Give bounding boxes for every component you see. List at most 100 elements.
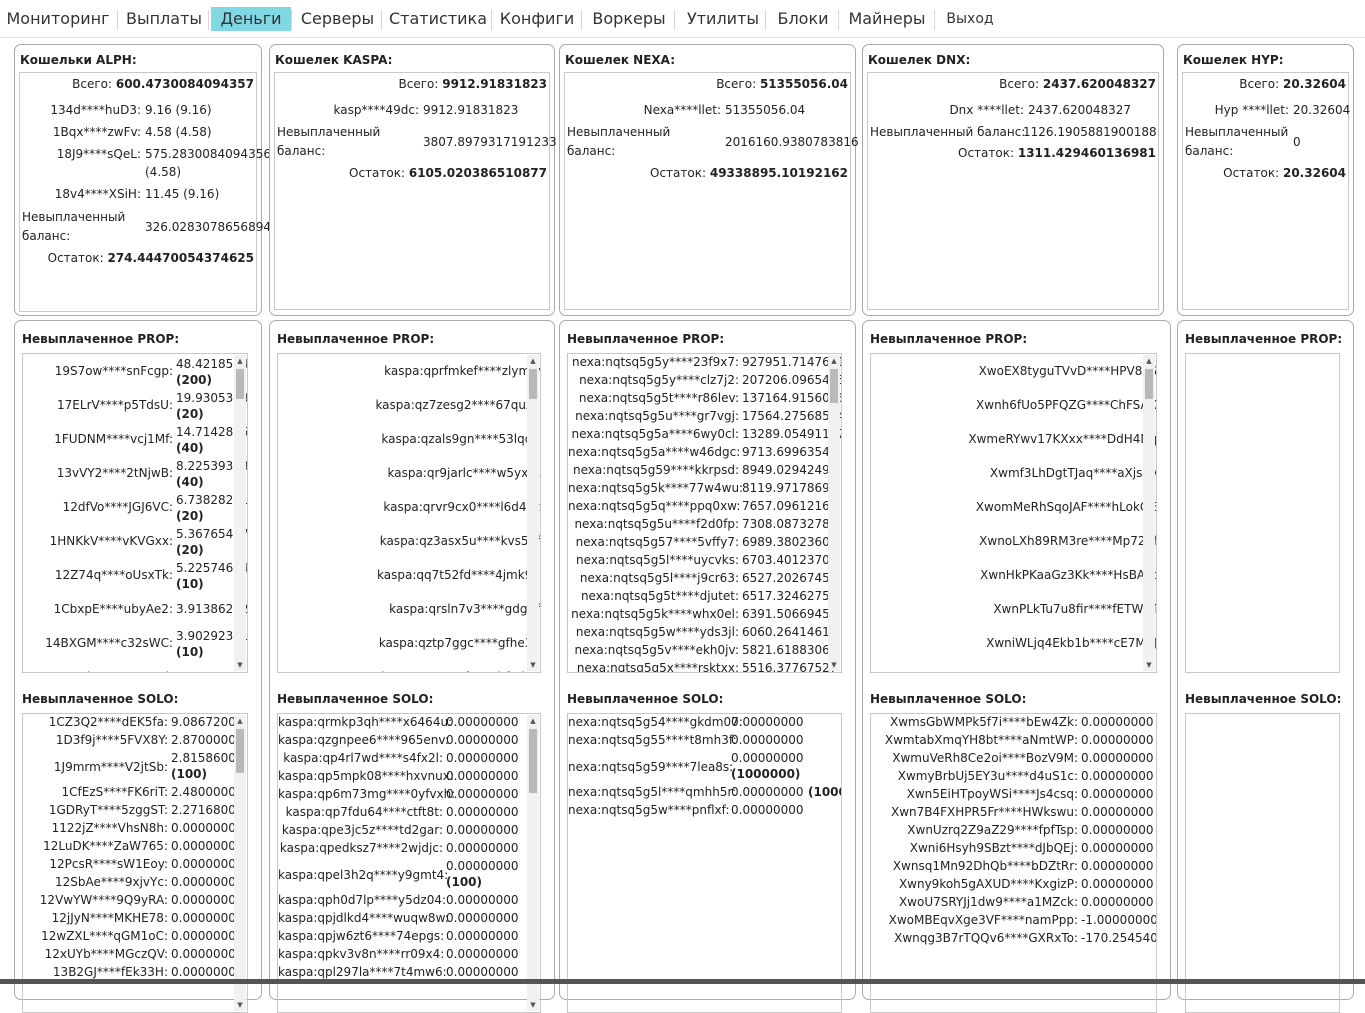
solo-value: 0.00000000	[171, 839, 244, 853]
scroll-down-arrow-icon[interactable]: ▼	[234, 659, 246, 671]
solo-list	[1185, 713, 1340, 1013]
nav-tab-4[interactable]: Статистика	[384, 7, 492, 31]
scroll-thumb[interactable]	[830, 369, 838, 403]
prop-value: 17564.27568564	[742, 409, 842, 423]
wallet-total-value: 600.4730084094357	[115, 77, 254, 91]
unpaid-label: Невыплаченный баланс:	[870, 125, 1026, 139]
unpaid-value: 3807.8979317191233	[423, 134, 557, 149]
solo-address: nexa:nqtsq5g5w****pnflxf:	[568, 803, 730, 817]
solo-value: 0.00000000	[171, 929, 244, 943]
list-scrollbar[interactable]: ▲ ▼	[234, 715, 246, 1011]
nav-tab-5[interactable]: Конфиги	[494, 7, 580, 31]
solo-address: 1D3f9j****5FVX8Y:	[55, 733, 168, 747]
nav-tab-7[interactable]: Утилиты	[677, 7, 769, 31]
wallet-rest-label: Остаток:	[349, 166, 406, 180]
unpaid-panel-0: Невыплаченное PROP: 19S7ow****snFcgp: 48.4…	[14, 320, 262, 1013]
wallet-rest-label: Остаток:	[1223, 166, 1280, 180]
solo-address: kaspa:qp5mpk08****hxvnux:	[278, 769, 454, 783]
wallet-panel-0: Кошельки ALPH: Всего: 600.4730084094357 13…	[14, 44, 279, 316]
prop-value: 7308.08732784	[742, 517, 838, 531]
nav-separator	[491, 10, 492, 30]
wallet-rest: Остаток: 1311.429460136981	[868, 146, 1156, 161]
scroll-up-arrow-icon[interactable]: ▲	[1143, 355, 1155, 367]
scroll-up-arrow-icon[interactable]: ▲	[234, 355, 246, 367]
prop-address: 1HNKkV****vKVGxx:	[49, 534, 173, 548]
wallet-address: 18v4****XSiH:	[54, 187, 141, 201]
nav-tab-2[interactable]: Деньги	[211, 7, 291, 31]
list-scrollbar[interactable]: ▲ ▼	[527, 355, 539, 671]
unpaid-panel-2: Невыплаченное PROP: nexa:nqtsq5g5y****23f…	[559, 320, 856, 1013]
solo-address: Xwni6Hsyh9SBzt****dJbQEj:	[909, 841, 1078, 855]
wallet-summary-box: Всего: 600.4730084094357 134d****huD3: 9.1…	[19, 72, 279, 312]
prop-address: XwniWLjq4Ekb1b****cE7M3J:	[986, 636, 1157, 650]
prop-address: nexa:nqtsq5g5k****77w4wu:	[568, 481, 744, 495]
wallet-total-label: Всего:	[999, 77, 1040, 91]
wallet-rest-label: Остаток:	[47, 251, 104, 265]
solo-value: 0.00000000	[731, 803, 804, 817]
wallet-total: Всего: 9912.91831823	[275, 77, 548, 92]
solo-value: 0.00000000	[731, 733, 804, 747]
wallet-address-value: 4.58 (4.58)	[145, 125, 212, 139]
prop-list: XwoEX8tyguTVvD****HPV8kS:163.52595627(50…	[870, 353, 1157, 673]
scroll-thumb[interactable]	[236, 729, 244, 773]
solo-address: XwmsGbWMPk5f7i****bEw4Zk:	[890, 715, 1078, 729]
wallet-rest: Остаток: 274.44470054374625	[20, 251, 254, 266]
nav-tab-1[interactable]: Выплаты	[120, 7, 208, 31]
list-scrollbar[interactable]: ▲ ▼	[828, 355, 840, 671]
solo-address: kaspa:qzgnpee6****965env:	[278, 733, 449, 747]
solo-address: kaspa:qp4rl7wd****s4fx2l:	[283, 751, 443, 765]
solo-list: 1CZ3Q2****dEK5fa:9.08672000(10)1D3f9j***…	[22, 713, 248, 1013]
wallet-address-value: 575.2830084094356	[145, 147, 271, 161]
scroll-down-arrow-icon[interactable]: ▼	[1143, 659, 1155, 671]
wallet-rest-label: Остаток:	[650, 166, 707, 180]
wallet-rest-value: 1311.429460136981	[1017, 146, 1156, 160]
scroll-down-arrow-icon[interactable]: ▼	[828, 659, 840, 671]
scroll-thumb[interactable]	[529, 369, 537, 399]
scroll-thumb[interactable]	[236, 369, 244, 399]
nav-tab-9[interactable]: Майнеры	[841, 7, 933, 31]
prop-value: 13289.05491187	[742, 427, 842, 441]
solo-address: 12xUYb****MGczQV:	[44, 947, 168, 961]
solo-address: nexa:nqtsq5g55****t8mh3f:	[568, 733, 737, 747]
wallet-address-value: 51355056.04	[725, 103, 806, 117]
list-scrollbar[interactable]: ▲ ▼	[1143, 355, 1155, 671]
prop-value: 7657.09612169	[742, 499, 838, 513]
nav-separator	[581, 10, 582, 30]
scroll-up-arrow-icon[interactable]: ▲	[828, 355, 840, 367]
prop-value: 6703.40123702	[742, 553, 838, 567]
scroll-down-arrow-icon[interactable]: ▼	[527, 659, 539, 671]
prop-address: nexa:nqtsq5g5u****gr7vgj:	[575, 409, 739, 423]
solo-value: 0.00000000	[731, 715, 804, 729]
solo-value: 0.00000000	[446, 859, 519, 873]
scroll-thumb[interactable]	[1145, 369, 1153, 399]
nav-tab-0[interactable]: Мониторинг	[4, 7, 112, 31]
nav-tab-3[interactable]: Серверы	[294, 7, 381, 31]
prop-address: XwnPLkTu7u8fir****fETW4T:	[993, 602, 1157, 616]
solo-address: 13B2GJ****fEk33H:	[52, 965, 168, 979]
nav-tab-8[interactable]: Блоки	[768, 7, 838, 31]
prop-address: 14BXGM****c32sWC:	[45, 636, 173, 650]
wallet-title: Кошелек HYP:	[1183, 53, 1284, 67]
solo-value: 0.00000000	[1081, 715, 1154, 729]
prop-address: 1CbxpE****ubyAe2:	[53, 602, 173, 616]
horizontal-scrollbar[interactable]	[0, 979, 1365, 984]
scroll-down-arrow-icon[interactable]: ▼	[527, 999, 539, 1011]
nav-tab-10[interactable]: Выход	[937, 7, 1003, 31]
prop-address: nexa:nqtsq5g5u****f2d0fp:	[574, 517, 739, 531]
scroll-down-arrow-icon[interactable]: ▼	[234, 999, 246, 1011]
wallet-address: 1Bqx****zwFv:	[52, 125, 141, 139]
prop-address: nexa:nqtsq5g5k****whx0el:	[571, 607, 739, 621]
wallet-address-value: 2437.620048327	[1028, 103, 1132, 117]
scroll-thumb[interactable]	[529, 729, 537, 793]
wallet-rest-value: 6105.020386510877	[408, 166, 547, 180]
scroll-up-arrow-icon[interactable]: ▲	[527, 715, 539, 727]
solo-value: 0.00000000	[171, 893, 244, 907]
solo-address: nexa:nqtsq5g5l****qmhh5r:	[568, 785, 737, 799]
nav-tab-6[interactable]: Воркеры	[584, 7, 674, 31]
prop-count: (40)	[176, 475, 204, 489]
list-scrollbar[interactable]: ▲ ▼	[234, 355, 246, 671]
prop-address: XwnHkPKaaGz3Kk****HsBAxt:	[980, 568, 1157, 582]
scroll-up-arrow-icon[interactable]: ▲	[234, 715, 246, 727]
list-scrollbar[interactable]: ▲ ▼	[527, 715, 539, 1011]
scroll-up-arrow-icon[interactable]: ▲	[527, 355, 539, 367]
